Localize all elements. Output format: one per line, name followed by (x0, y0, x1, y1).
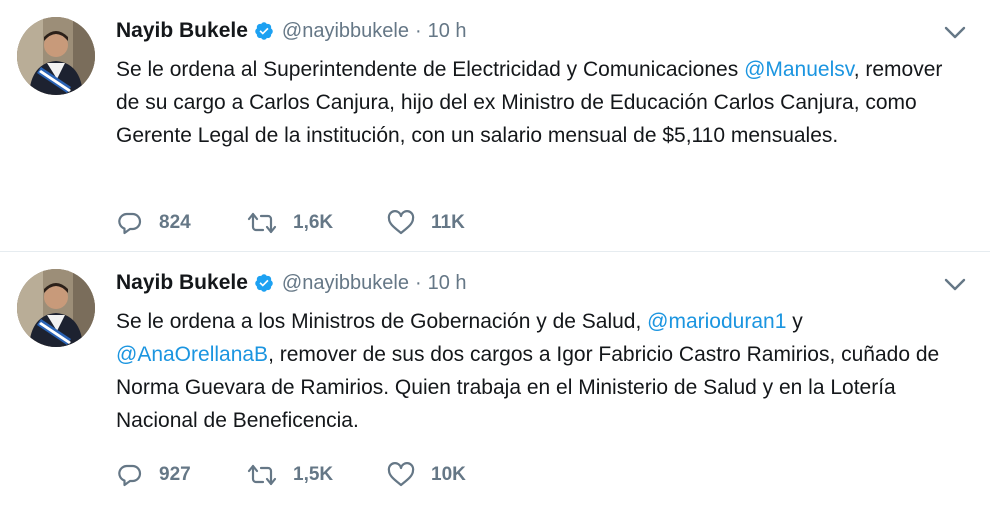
tweet-text-part: Se le ordena al Superintendente de Elect… (116, 58, 745, 81)
reply-count: 824 (159, 212, 191, 233)
reply-button[interactable]: 927 (117, 462, 247, 488)
like-count: 10K (431, 464, 466, 485)
retweet-button[interactable]: 1,5K (247, 462, 387, 488)
author-name[interactable]: Nayib Bukele (116, 19, 248, 43)
chevron-down-icon[interactable] (944, 278, 966, 292)
tweet-header: Nayib Bukele @nayibbukele · 10 h (116, 267, 467, 299)
author-name[interactable]: Nayib Bukele (116, 271, 248, 295)
like-count: 11K (431, 212, 465, 233)
tweet-text-part: y (786, 310, 803, 333)
tweet-text: Se le ordena a los Ministros de Gobernac… (116, 305, 966, 437)
timestamp[interactable]: 10 h (428, 20, 467, 43)
timestamp[interactable]: 10 h (428, 272, 467, 295)
reply-icon (117, 210, 143, 236)
separator: · (414, 19, 422, 42)
verified-icon (254, 21, 274, 41)
retweet-count: 1,6K (293, 212, 334, 233)
chevron-down-icon[interactable] (944, 26, 966, 40)
author-handle[interactable]: @nayibbukele (282, 20, 409, 43)
retweet-count: 1,5K (293, 464, 334, 485)
avatar[interactable] (17, 17, 95, 95)
reply-count: 927 (159, 464, 191, 485)
mention-link[interactable]: @Manuelsv (744, 58, 854, 81)
like-button[interactable]: 10K (387, 462, 517, 488)
tweet[interactable]: Nayib Bukele @nayibbukele · 10 h Se le o… (0, 0, 990, 252)
author-handle[interactable]: @nayibbukele (282, 272, 409, 295)
reply-button[interactable]: 824 (117, 210, 247, 236)
like-button[interactable]: 11K (387, 210, 517, 236)
retweet-icon (247, 462, 277, 488)
mention-link[interactable]: @AnaOrellanaB (116, 343, 268, 366)
verified-icon (254, 273, 274, 293)
like-icon (387, 462, 415, 488)
avatar[interactable] (17, 269, 95, 347)
tweet-feed: Nayib Bukele @nayibbukele · 10 h Se le o… (0, 0, 990, 507)
tweet-actions: 824 1,6K 11K (117, 208, 517, 238)
separator: · (414, 271, 422, 294)
like-icon (387, 210, 415, 236)
retweet-icon (247, 210, 277, 236)
tweet-header: Nayib Bukele @nayibbukele · 10 h (116, 15, 467, 47)
reply-icon (117, 462, 143, 488)
tweet-text: Se le ordena al Superintendente de Elect… (116, 53, 966, 152)
mention-link[interactable]: @marioduran1 (647, 310, 786, 333)
tweet[interactable]: Nayib Bukele @nayibbukele · 10 h Se le o… (0, 252, 990, 507)
tweet-actions: 927 1,5K 10K (117, 460, 517, 490)
tweet-text-part: Se le ordena a los Ministros de Gobernac… (116, 310, 648, 333)
retweet-button[interactable]: 1,6K (247, 210, 387, 236)
